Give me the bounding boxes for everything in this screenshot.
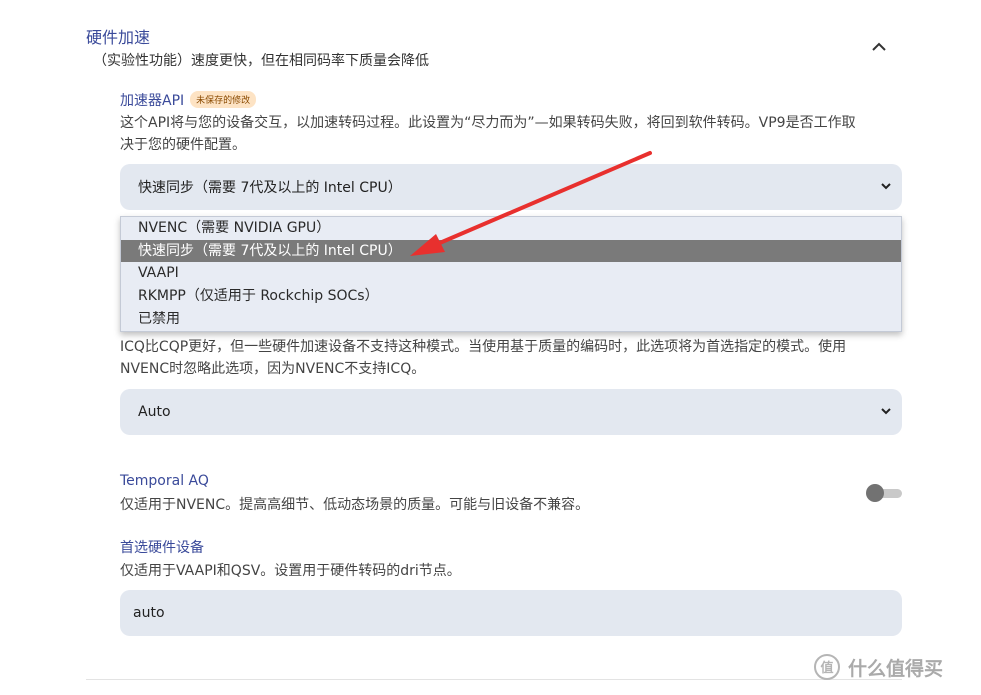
dropdown-option-nvenc[interactable]: NVENC（需要 NVIDIA GPU）: [121, 217, 901, 239]
rate-mode-select-value: Auto: [138, 404, 171, 420]
accelerator-description-line-1: 这个API将与您的设备交互，以加速转码过程。此设置为“尽力而为”—如果转码失败，…: [120, 115, 856, 131]
preferred-device-value: auto: [133, 605, 165, 621]
accelerator-description: 这个API将与您的设备交互，以加速转码过程。此设置为“尽力而为”—如果转码失败，…: [120, 112, 856, 156]
dropdown-option-disabled[interactable]: 已禁用: [121, 308, 901, 330]
dropdown-option-quicksync[interactable]: 快速同步（需要 7代及以上的 Intel CPU）: [121, 240, 901, 262]
temporal-aq-description: 仅适用于NVENC。提高高细节、低动态场景的质量。可能与旧设备不兼容。: [120, 497, 590, 513]
collapse-button[interactable]: [866, 34, 892, 60]
chevron-down-icon: [881, 408, 891, 415]
chevron-up-icon: [872, 42, 886, 51]
accelerator-label: 加速器API 未保存的修改: [120, 90, 257, 110]
accelerator-description-line-2: 决于您的硬件配置。: [120, 137, 246, 153]
section-title: 硬件加速: [86, 28, 151, 47]
rate-mode-description: ICQ比CQP更好，但一些硬件加速设备不支持这种模式。当使用基于质量的编码时，此…: [120, 336, 846, 380]
dropdown-option-rkmpp[interactable]: RKMPP（仅适用于 Rockchip SOCs）: [121, 285, 901, 307]
dropdown-option-vaapi[interactable]: VAAPI: [121, 262, 901, 284]
temporal-aq-toggle[interactable]: [866, 484, 902, 502]
temporal-aq-label: Temporal AQ: [120, 473, 209, 489]
rate-mode-description-line-2: NVENC时忽略此选项，因为NVENC不支持ICQ。: [120, 361, 426, 377]
divider: [86, 679, 902, 680]
accelerator-dropdown-list: NVENC（需要 NVIDIA GPU） 快速同步（需要 7代及以上的 Inte…: [120, 216, 902, 332]
watermark-text: 什么值得买: [848, 657, 944, 680]
preferred-device-description: 仅适用于VAAPI和QSV。设置用于硬件转码的dri节点。: [120, 563, 461, 579]
preferred-device-label: 首选硬件设备: [120, 540, 204, 556]
watermark: 值 什么值得买: [812, 652, 943, 682]
unsaved-badge: 未保存的修改: [190, 91, 257, 108]
accelerator-select-value: 快速同步（需要 7代及以上的 Intel CPU）: [138, 180, 402, 196]
toggle-knob: [866, 484, 884, 502]
chevron-down-icon: [881, 183, 891, 190]
accelerator-label-text: 加速器API: [120, 93, 185, 109]
watermark-logo-char: 值: [820, 660, 833, 676]
rate-mode-select[interactable]: Auto: [120, 389, 902, 435]
accelerator-select[interactable]: 快速同步（需要 7代及以上的 Intel CPU）: [120, 164, 902, 210]
section-description: （实验性功能）速度更快，但在相同码率下质量会降低: [93, 53, 429, 69]
preferred-device-input[interactable]: auto: [120, 590, 902, 636]
watermark-logo-icon: 值: [814, 654, 840, 680]
rate-mode-description-line-1: ICQ比CQP更好，但一些硬件加速设备不支持这种模式。当使用基于质量的编码时，此…: [120, 339, 847, 355]
